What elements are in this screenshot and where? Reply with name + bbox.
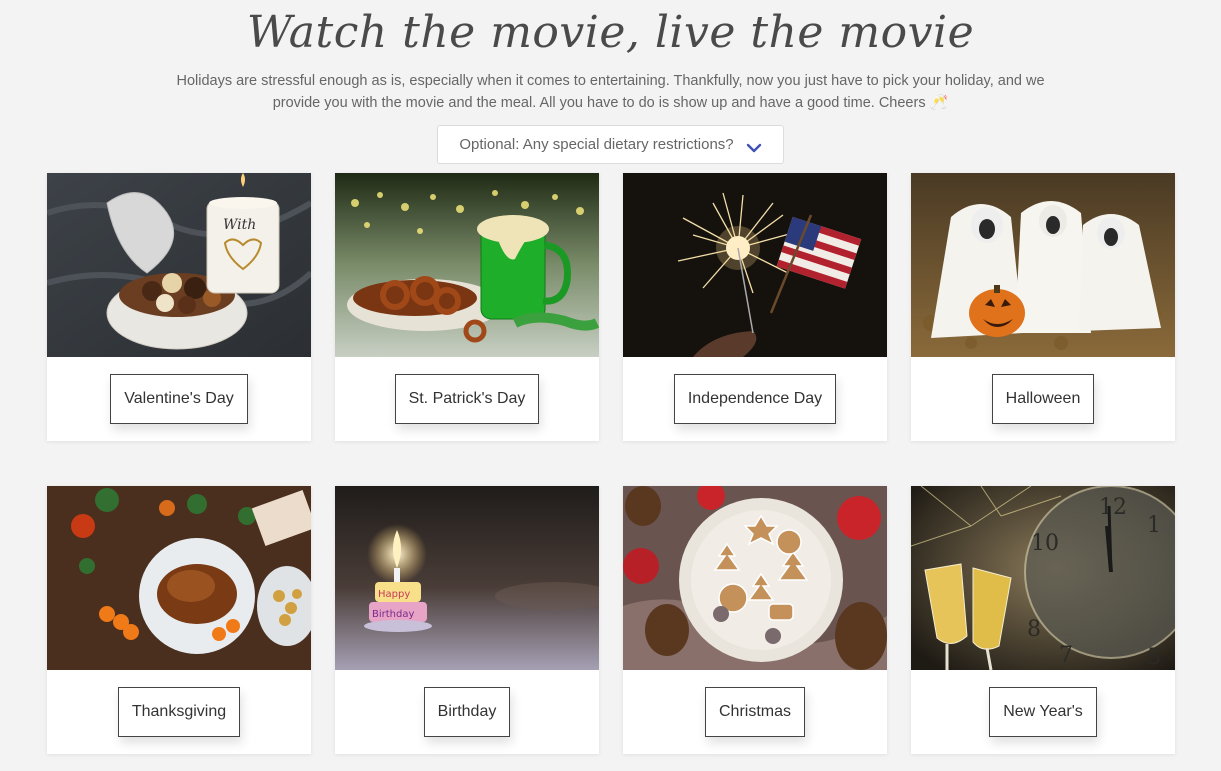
champagne-clock-photo: 12 1 10 87 5 bbox=[911, 486, 1175, 670]
svg-text:7: 7 bbox=[1059, 643, 1073, 668]
birthday-candle-cake-photo: Happy Birthday bbox=[335, 486, 599, 670]
holiday-card-halloween: Halloween bbox=[911, 173, 1175, 441]
page-title: Watch the movie, live the movie bbox=[246, 7, 975, 58]
svg-text:12: 12 bbox=[1099, 495, 1127, 520]
valentines-day-button[interactable]: Valentine's Day bbox=[110, 374, 248, 424]
thanksgiving-button[interactable]: Thanksgiving bbox=[117, 687, 241, 737]
svg-text:10: 10 bbox=[1031, 531, 1059, 556]
svg-text:Happy: Happy bbox=[378, 589, 410, 600]
holiday-card-independence: Independence Day bbox=[623, 173, 887, 441]
christmas-cookies-plate-photo bbox=[623, 486, 887, 670]
st-patricks-day-button[interactable]: St. Patrick's Day bbox=[394, 374, 540, 424]
chevron-down-icon bbox=[746, 140, 762, 152]
dietary-restrictions-label: Optional: Any special dietary restrictio… bbox=[459, 136, 734, 153]
green-beer-pretzels-photo bbox=[335, 173, 599, 357]
svg-text:5: 5 bbox=[1147, 645, 1161, 670]
holiday-card-new-years: 12 1 10 87 5 New Year's bbox=[911, 486, 1175, 754]
svg-text:With: With bbox=[223, 217, 256, 233]
dietary-restrictions-dropdown[interactable]: Optional: Any special dietary restrictio… bbox=[437, 125, 784, 164]
svg-text:Birthday: Birthday bbox=[372, 609, 414, 620]
svg-text:8: 8 bbox=[1027, 617, 1041, 642]
valentines-chocolates-candle-photo: With bbox=[47, 173, 311, 357]
halloween-button[interactable]: Halloween bbox=[991, 374, 1095, 424]
svg-text:1: 1 bbox=[1147, 513, 1161, 538]
subtitle-line-2: provide you with the movie and the meal.… bbox=[150, 92, 1071, 114]
new-years-button[interactable]: New Year's bbox=[989, 687, 1097, 737]
holiday-card-st-patricks: St. Patrick's Day bbox=[335, 173, 599, 441]
holiday-card-birthday: Happy Birthday Birthday bbox=[335, 486, 599, 754]
birthday-button[interactable]: Birthday bbox=[423, 687, 511, 737]
page-subtitle: Holidays are stressful enough as is, esp… bbox=[150, 70, 1071, 114]
dogs-ghost-costumes-pumpkin-photo bbox=[911, 173, 1175, 357]
champagne-icon: 🥂 bbox=[929, 94, 949, 111]
holiday-card-valentines: With Valentine's Day bbox=[47, 173, 311, 441]
holiday-card-thanksgiving: Thanksgiving bbox=[47, 486, 311, 754]
independence-day-button[interactable]: Independence Day bbox=[673, 374, 837, 424]
subtitle-line-2-text: provide you with the movie and the meal.… bbox=[272, 95, 926, 111]
christmas-button[interactable]: Christmas bbox=[704, 687, 805, 737]
sparkler-american-flag-photo bbox=[623, 173, 887, 357]
holiday-card-christmas: Christmas bbox=[623, 486, 887, 754]
subtitle-line-1: Holidays are stressful enough as is, esp… bbox=[176, 73, 1045, 89]
roast-turkey-table-photo bbox=[47, 486, 311, 670]
